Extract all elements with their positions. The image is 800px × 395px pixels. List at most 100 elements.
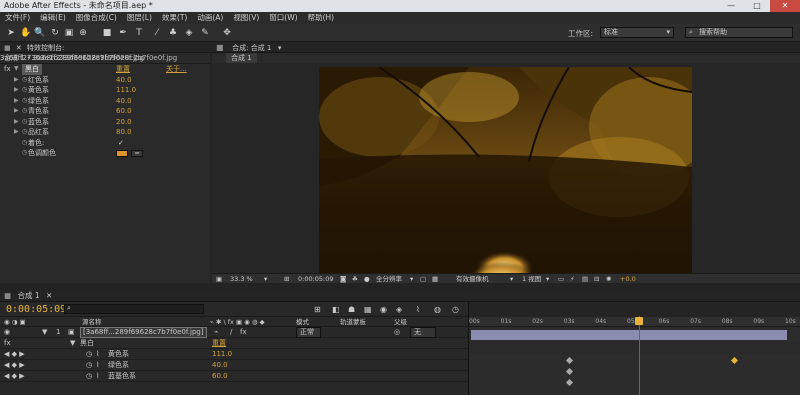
tint-color-swatch[interactable] (116, 150, 128, 157)
effect-param-row[interactable]: ▶ ◷ 品红系 80.0 (0, 127, 210, 138)
about-link[interactable]: 关于... (166, 64, 187, 75)
shy-switch-icon[interactable]: ⌁ (214, 327, 218, 338)
property-value[interactable]: 111.0 (212, 349, 232, 360)
live-update-icon[interactable]: ◍ (434, 305, 441, 314)
menu-animation[interactable]: 动画(A) (192, 12, 228, 24)
expand-triangle-icon[interactable]: ▶ (14, 85, 19, 96)
timecode-display[interactable]: 0:00:05:09 (298, 274, 334, 284)
minimize-button[interactable]: — (718, 0, 744, 12)
mode-header[interactable]: 模式 (296, 317, 309, 327)
stopwatch-icon[interactable]: ◷ (22, 75, 27, 86)
chevron-down-icon[interactable]: ▾ (264, 274, 267, 284)
text-tool-icon[interactable]: T (134, 27, 144, 39)
graph-icon[interactable]: ⌇ (96, 371, 99, 382)
layer-name[interactable]: [3a68ff...289f69628c7b7f0e0f.jpg] (80, 327, 207, 338)
reset-link[interactable]: 重置 (212, 338, 226, 349)
hand-tool-icon[interactable]: ✋ (20, 27, 31, 39)
chevron-down-icon[interactable]: ▾ (546, 274, 549, 284)
expand-triangle-icon[interactable]: ▶ (14, 106, 19, 117)
effect-param-row[interactable]: ▶ ◷ 青色系 60.0 (0, 106, 210, 117)
tint-color-row[interactable]: ◷ 色调颜色 ━ (0, 148, 210, 159)
effect-param-row[interactable]: ▶ ◷ 蓝色系 20.0 (0, 117, 210, 128)
timeline-icon[interactable]: ▤ (582, 274, 588, 284)
expand-triangle-icon[interactable]: ▶ (14, 75, 19, 86)
views-select[interactable]: 1 视图 (522, 274, 541, 284)
pan-behind-tool-icon[interactable]: ⊕ (78, 27, 88, 39)
menu-layer[interactable]: 图层(L) (122, 12, 157, 24)
stopwatch-icon[interactable]: ◷ (22, 148, 27, 159)
chevron-down-icon[interactable]: ▾ (278, 44, 282, 52)
stopwatch-icon[interactable]: ◷ (22, 85, 27, 96)
tint-checkbox-row[interactable]: ◷ 着色: ✓ (0, 138, 210, 149)
parent-select[interactable]: 无 (410, 327, 436, 338)
selection-tool-icon[interactable]: ➤ (6, 27, 16, 39)
stopwatch-icon[interactable]: ◷ (86, 349, 92, 360)
zoom-tool-icon[interactable]: 🔍 (34, 27, 45, 39)
brainstorm-icon[interactable]: ◈ (396, 305, 402, 314)
close-icon[interactable]: ✕ (16, 44, 22, 52)
fx-icon[interactable]: fx (4, 64, 11, 75)
exposure-icon[interactable]: ✺ (606, 274, 611, 284)
puppet-tool-icon[interactable]: ✥ (222, 27, 232, 39)
stopwatch-icon[interactable]: ◷ (22, 96, 27, 107)
expand-triangle-icon[interactable]: ▼ (70, 338, 75, 349)
eyedropper-icon[interactable]: ━ (131, 150, 143, 157)
track-matte-header[interactable]: 轨道蒙板 (340, 317, 366, 327)
chevron-down-icon[interactable]: ▾ (510, 274, 513, 284)
keyframe-diamond[interactable] (565, 378, 574, 387)
rectangle-tool-icon[interactable]: ■ (102, 27, 112, 39)
timeline-tab[interactable]: ■ 合成 1 ✕ (0, 290, 800, 302)
expand-triangle-icon[interactable]: ▶ (14, 96, 19, 107)
motion-blur-icon[interactable]: ◉ (380, 305, 387, 314)
maximize-button[interactable]: □ (744, 0, 770, 12)
keyframe-diamond[interactable] (730, 356, 739, 365)
stopwatch-icon[interactable]: ◷ (22, 117, 27, 128)
menu-file[interactable]: 文件(F) (0, 12, 35, 24)
graph-icon[interactable]: ⌇ (96, 360, 99, 371)
effect-param-row[interactable]: ▶ ◷ 黄色系 111.0 (0, 85, 210, 96)
menu-effect[interactable]: 效果(T) (157, 12, 192, 24)
expand-triangle-icon[interactable]: ▼ (42, 327, 47, 338)
graph-editor-icon[interactable]: ⌇ (416, 305, 420, 314)
video-visibility-icon[interactable]: ◉ (4, 327, 10, 338)
flowchart-icon[interactable]: ⊟ (594, 274, 599, 284)
grid-icon[interactable]: ⊞ (284, 274, 289, 284)
workspace-select[interactable]: 标准 ▾ (600, 27, 674, 38)
source-name-header[interactable]: 源名称 (82, 317, 102, 327)
zoom-select[interactable]: 33.3 % (230, 274, 253, 284)
keyframe-nav-icon[interactable]: ◀ ◆ ▶ (4, 371, 25, 382)
parent-pickwhip-icon[interactable]: ◎ (394, 327, 400, 338)
menu-view[interactable]: 视图(V) (228, 12, 264, 24)
lock-icon[interactable]: ■ (216, 43, 224, 52)
expand-triangle-icon[interactable]: ▶ (14, 117, 19, 128)
layer-search-input[interactable]: ⌕ (64, 304, 204, 314)
menu-composition[interactable]: 图像合成(C) (71, 12, 122, 24)
pen-tool-icon[interactable]: ✒ (118, 27, 128, 39)
frame-blending-icon[interactable]: ▦ (364, 305, 372, 314)
stopwatch-icon[interactable]: ◷ (22, 106, 27, 117)
keyframe-nav-icon[interactable]: ◀ ◆ ▶ (4, 360, 25, 371)
transparency-grid-icon[interactable]: ▦ (432, 274, 438, 284)
camera-tool-icon[interactable]: ▣ (64, 27, 74, 39)
fast-preview-icon[interactable]: ⚡ (570, 274, 575, 284)
search-help-input[interactable]: ⌕ 搜索帮助 (685, 27, 793, 38)
exposure-value[interactable]: +0.0 (620, 274, 636, 284)
expand-triangle-icon[interactable]: ▼ (14, 64, 19, 75)
tint-checkbox[interactable]: ✓ (118, 138, 124, 149)
resolution-select[interactable]: 全分辨率 (376, 274, 402, 284)
stopwatch-icon[interactable]: ◷ (86, 360, 92, 371)
eraser-tool-icon[interactable]: ◈ (184, 27, 194, 39)
comp-mini-flowchart-icon[interactable]: ⊞ (314, 305, 321, 314)
close-button[interactable]: ✕ (770, 0, 800, 12)
property-value[interactable]: 40.0 (212, 360, 228, 371)
current-time[interactable]: 0:00:05:09 (6, 304, 66, 315)
layer-duration-bar[interactable] (471, 330, 787, 340)
region-of-interest-icon[interactable]: ▢ (420, 274, 426, 284)
roto-brush-tool-icon[interactable]: ✎ (200, 27, 210, 39)
reset-link[interactable]: 重置 (116, 64, 130, 75)
snapshot-icon[interactable]: ◙ (340, 274, 346, 284)
effect-controls-tab[interactable]: ■ ✕ 特效控制台: 3a68ff27363e1b289f69628c7b7f0… (0, 43, 210, 62)
rotate-tool-icon[interactable]: ↻ (50, 27, 60, 39)
menu-edit[interactable]: 编辑(E) (35, 12, 71, 24)
graph-icon[interactable]: ⌇ (96, 349, 99, 360)
